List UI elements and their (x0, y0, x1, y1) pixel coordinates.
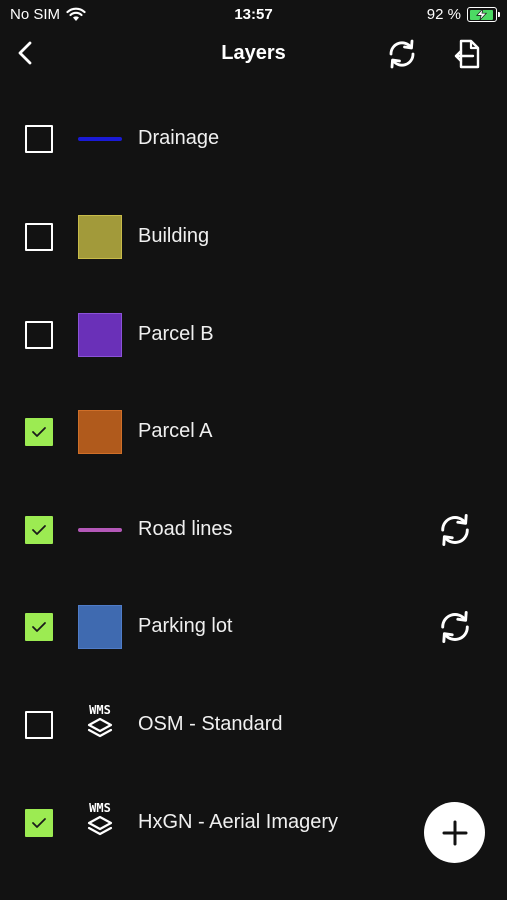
charging-bolt-icon (476, 8, 488, 21)
layer-row[interactable]: Parcel B (0, 286, 507, 384)
status-bar: No SIM 13:57 92 % (0, 0, 507, 30)
fill-symbol (78, 605, 122, 649)
checkmark-icon (32, 622, 46, 632)
export-icon (454, 39, 480, 69)
layer-row[interactable]: Parcel A (0, 383, 507, 481)
layer-visibility-checkbox[interactable] (25, 321, 53, 349)
layer-row[interactable]: Building (0, 188, 507, 286)
wms-label: WMS (89, 801, 111, 815)
battery-icon (467, 7, 500, 22)
nav-bar: Layers (0, 30, 507, 76)
layer-label: Road lines (138, 518, 233, 540)
layer-label: HxGN - Aerial Imagery (138, 811, 339, 833)
layer-visibility-checkbox[interactable] (25, 809, 53, 837)
layer-visibility-checkbox[interactable] (25, 125, 53, 153)
sync-icon (441, 611, 469, 643)
checkmark-icon (32, 818, 46, 828)
checkmark-icon (32, 427, 46, 437)
layer-visibility-checkbox[interactable] (25, 613, 53, 641)
layer-row[interactable]: WMS OSM - Standard (0, 676, 507, 774)
sync-icon (441, 514, 469, 546)
refresh-icon (389, 39, 415, 69)
wms-symbol: WMS (80, 799, 120, 845)
battery-percent: 92 % (426, 6, 461, 23)
layer-label: Parcel B (138, 323, 214, 345)
checkmark-icon (32, 525, 46, 535)
wms-layers-icon: WMS (87, 703, 113, 738)
line-symbol (78, 528, 122, 532)
wms-symbol: WMS (80, 701, 120, 747)
layer-label: Building (138, 225, 210, 247)
layer-label: Parking lot (138, 615, 233, 637)
add-layer-button[interactable] (424, 802, 485, 863)
layer-visibility-checkbox[interactable] (25, 711, 53, 739)
page-title: Layers (221, 42, 286, 64)
layer-label: OSM - Standard (138, 713, 283, 735)
export-button[interactable] (450, 36, 486, 72)
wms-layers-icon: WMS (87, 801, 113, 836)
layer-label: Drainage (138, 127, 220, 149)
sync-layer-button[interactable] (435, 510, 475, 550)
layer-visibility-checkbox[interactable] (25, 223, 53, 251)
fill-symbol (78, 410, 122, 454)
sync-layer-button[interactable] (435, 607, 475, 647)
plus-icon (442, 820, 467, 845)
fill-symbol (78, 313, 122, 357)
layer-visibility-checkbox[interactable] (25, 516, 53, 544)
layer-label: Parcel A (138, 420, 213, 442)
layer-visibility-checkbox[interactable] (25, 418, 53, 446)
layer-row[interactable]: Parking lot (0, 578, 507, 676)
refresh-all-button[interactable] (384, 36, 420, 72)
layer-row[interactable]: Drainage (0, 90, 507, 188)
line-symbol (78, 137, 122, 141)
status-right: 92 % (426, 6, 500, 23)
fill-symbol (78, 215, 122, 259)
layer-row[interactable]: Road lines (0, 481, 507, 579)
wms-label: WMS (89, 703, 111, 717)
